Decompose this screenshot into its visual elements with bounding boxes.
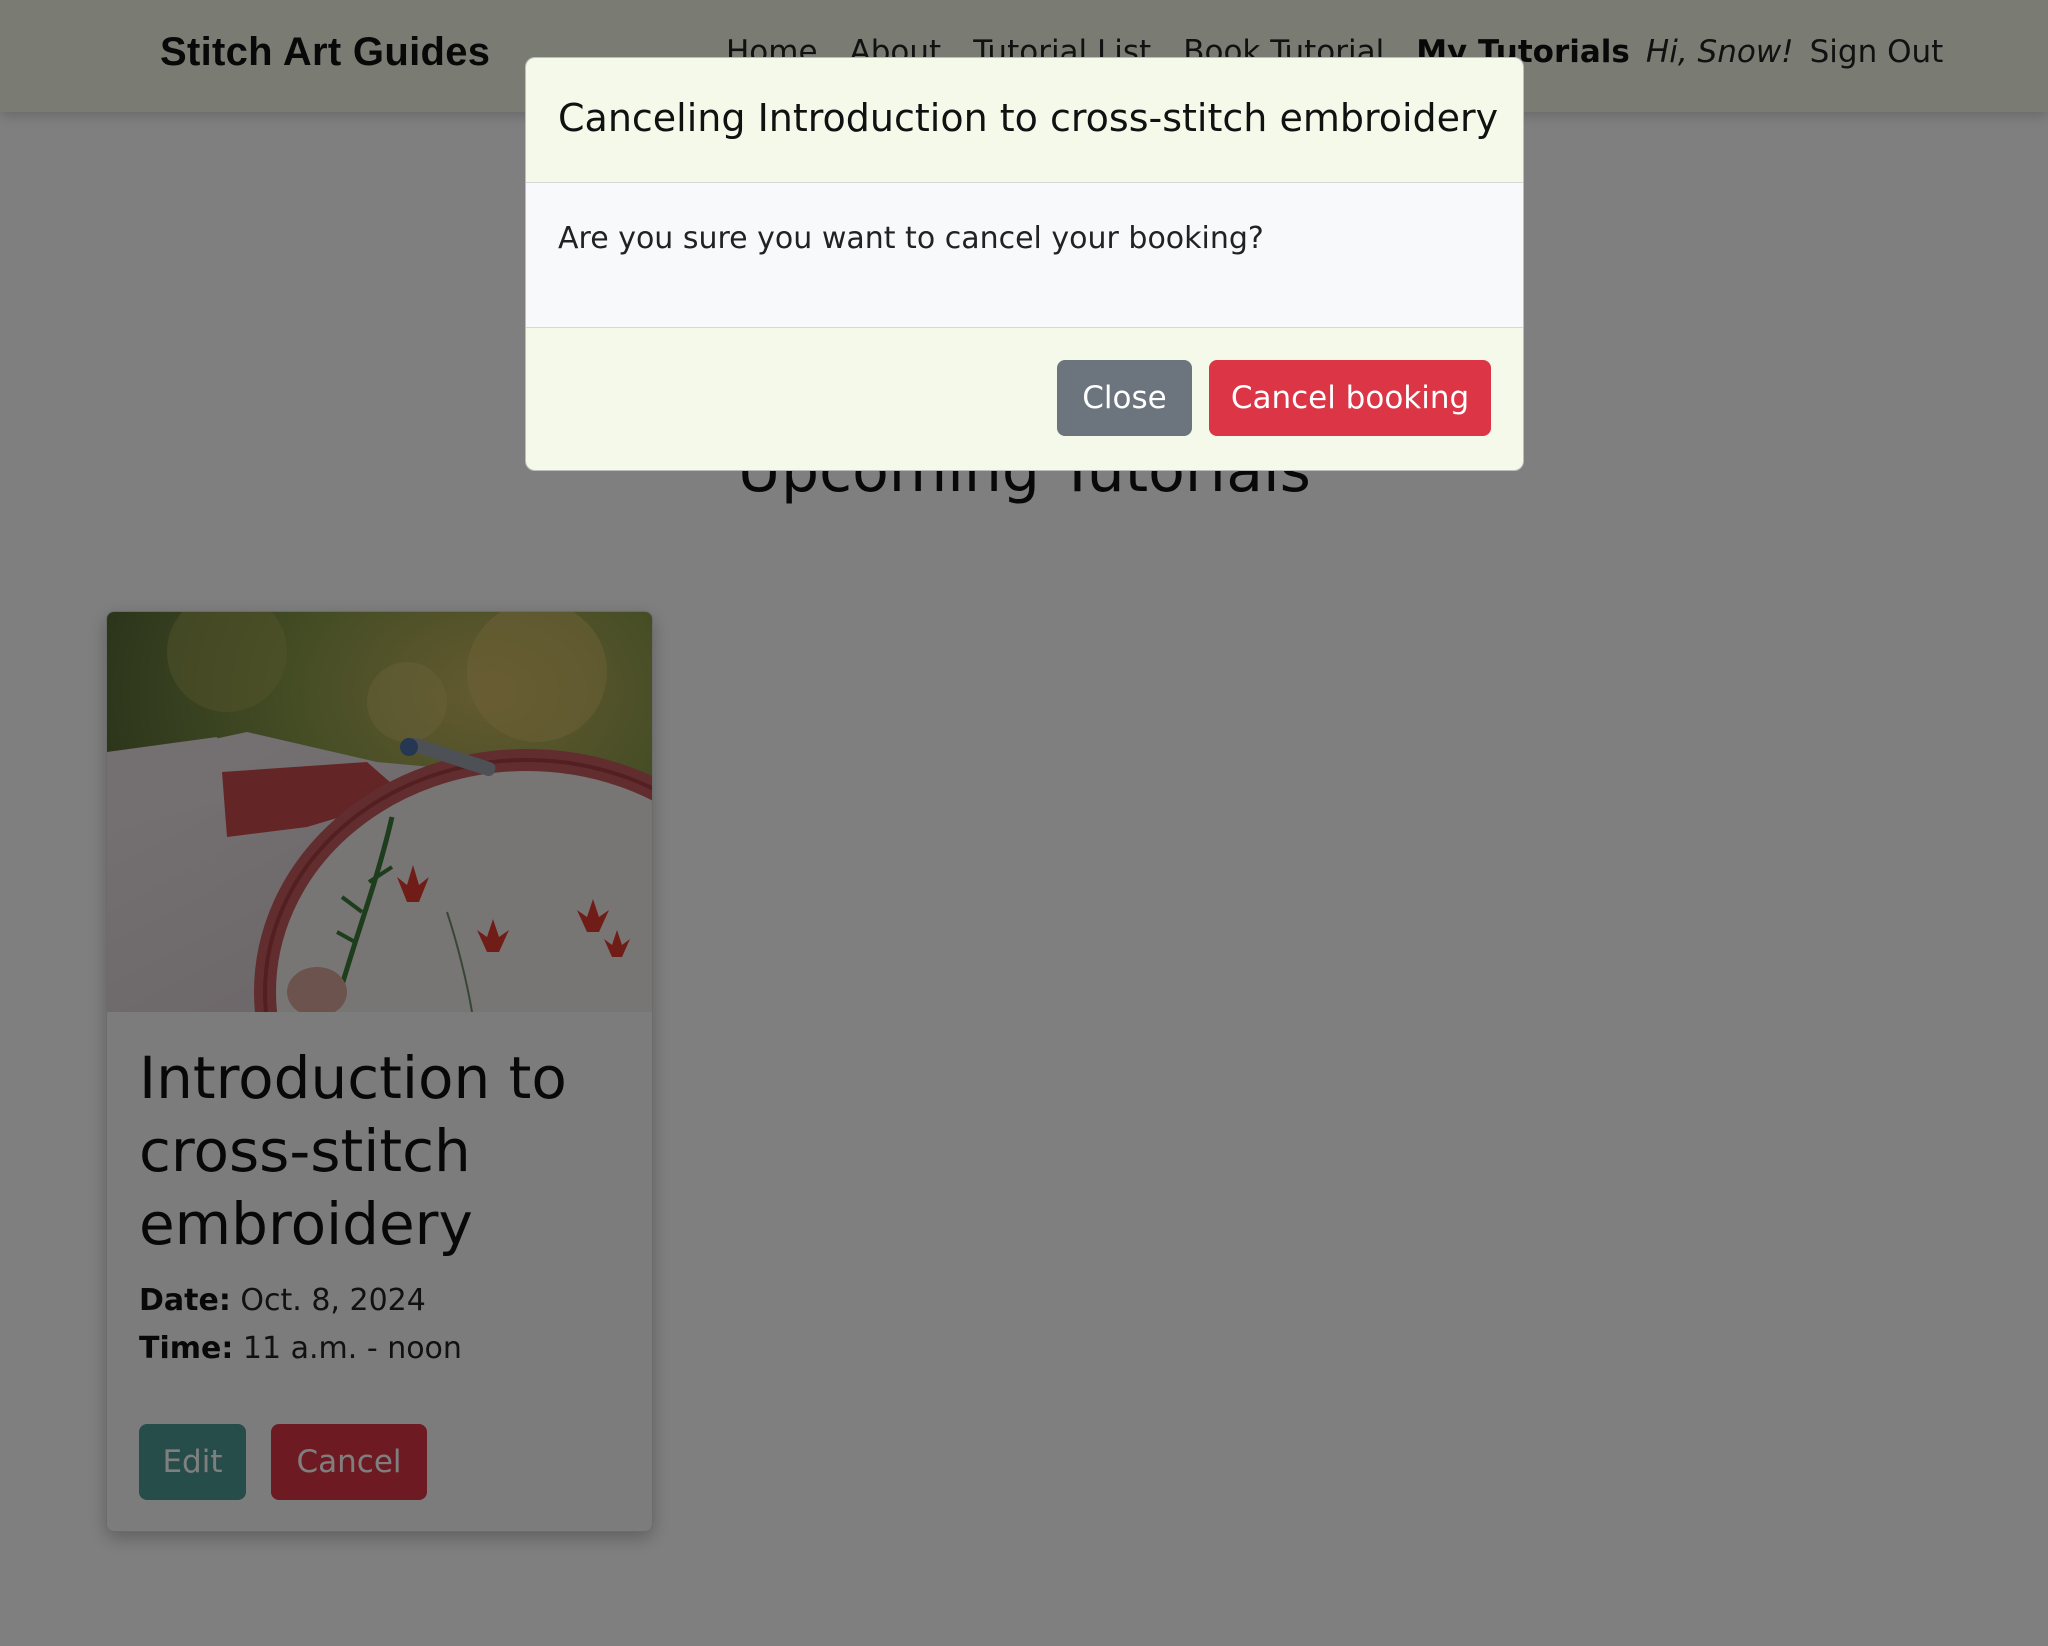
modal-title: Canceling Introduction to cross-stitch e…	[558, 96, 1499, 140]
modal-footer: Close Cancel booking	[526, 328, 1523, 470]
confirm-cancel-booking-button[interactable]: Cancel booking	[1209, 360, 1491, 436]
close-button[interactable]: Close	[1057, 360, 1192, 436]
modal-header: Canceling Introduction to cross-stitch e…	[526, 58, 1523, 183]
modal-body: Are you sure you want to cancel your boo…	[526, 183, 1523, 328]
cancel-booking-modal: Canceling Introduction to cross-stitch e…	[525, 57, 1524, 471]
